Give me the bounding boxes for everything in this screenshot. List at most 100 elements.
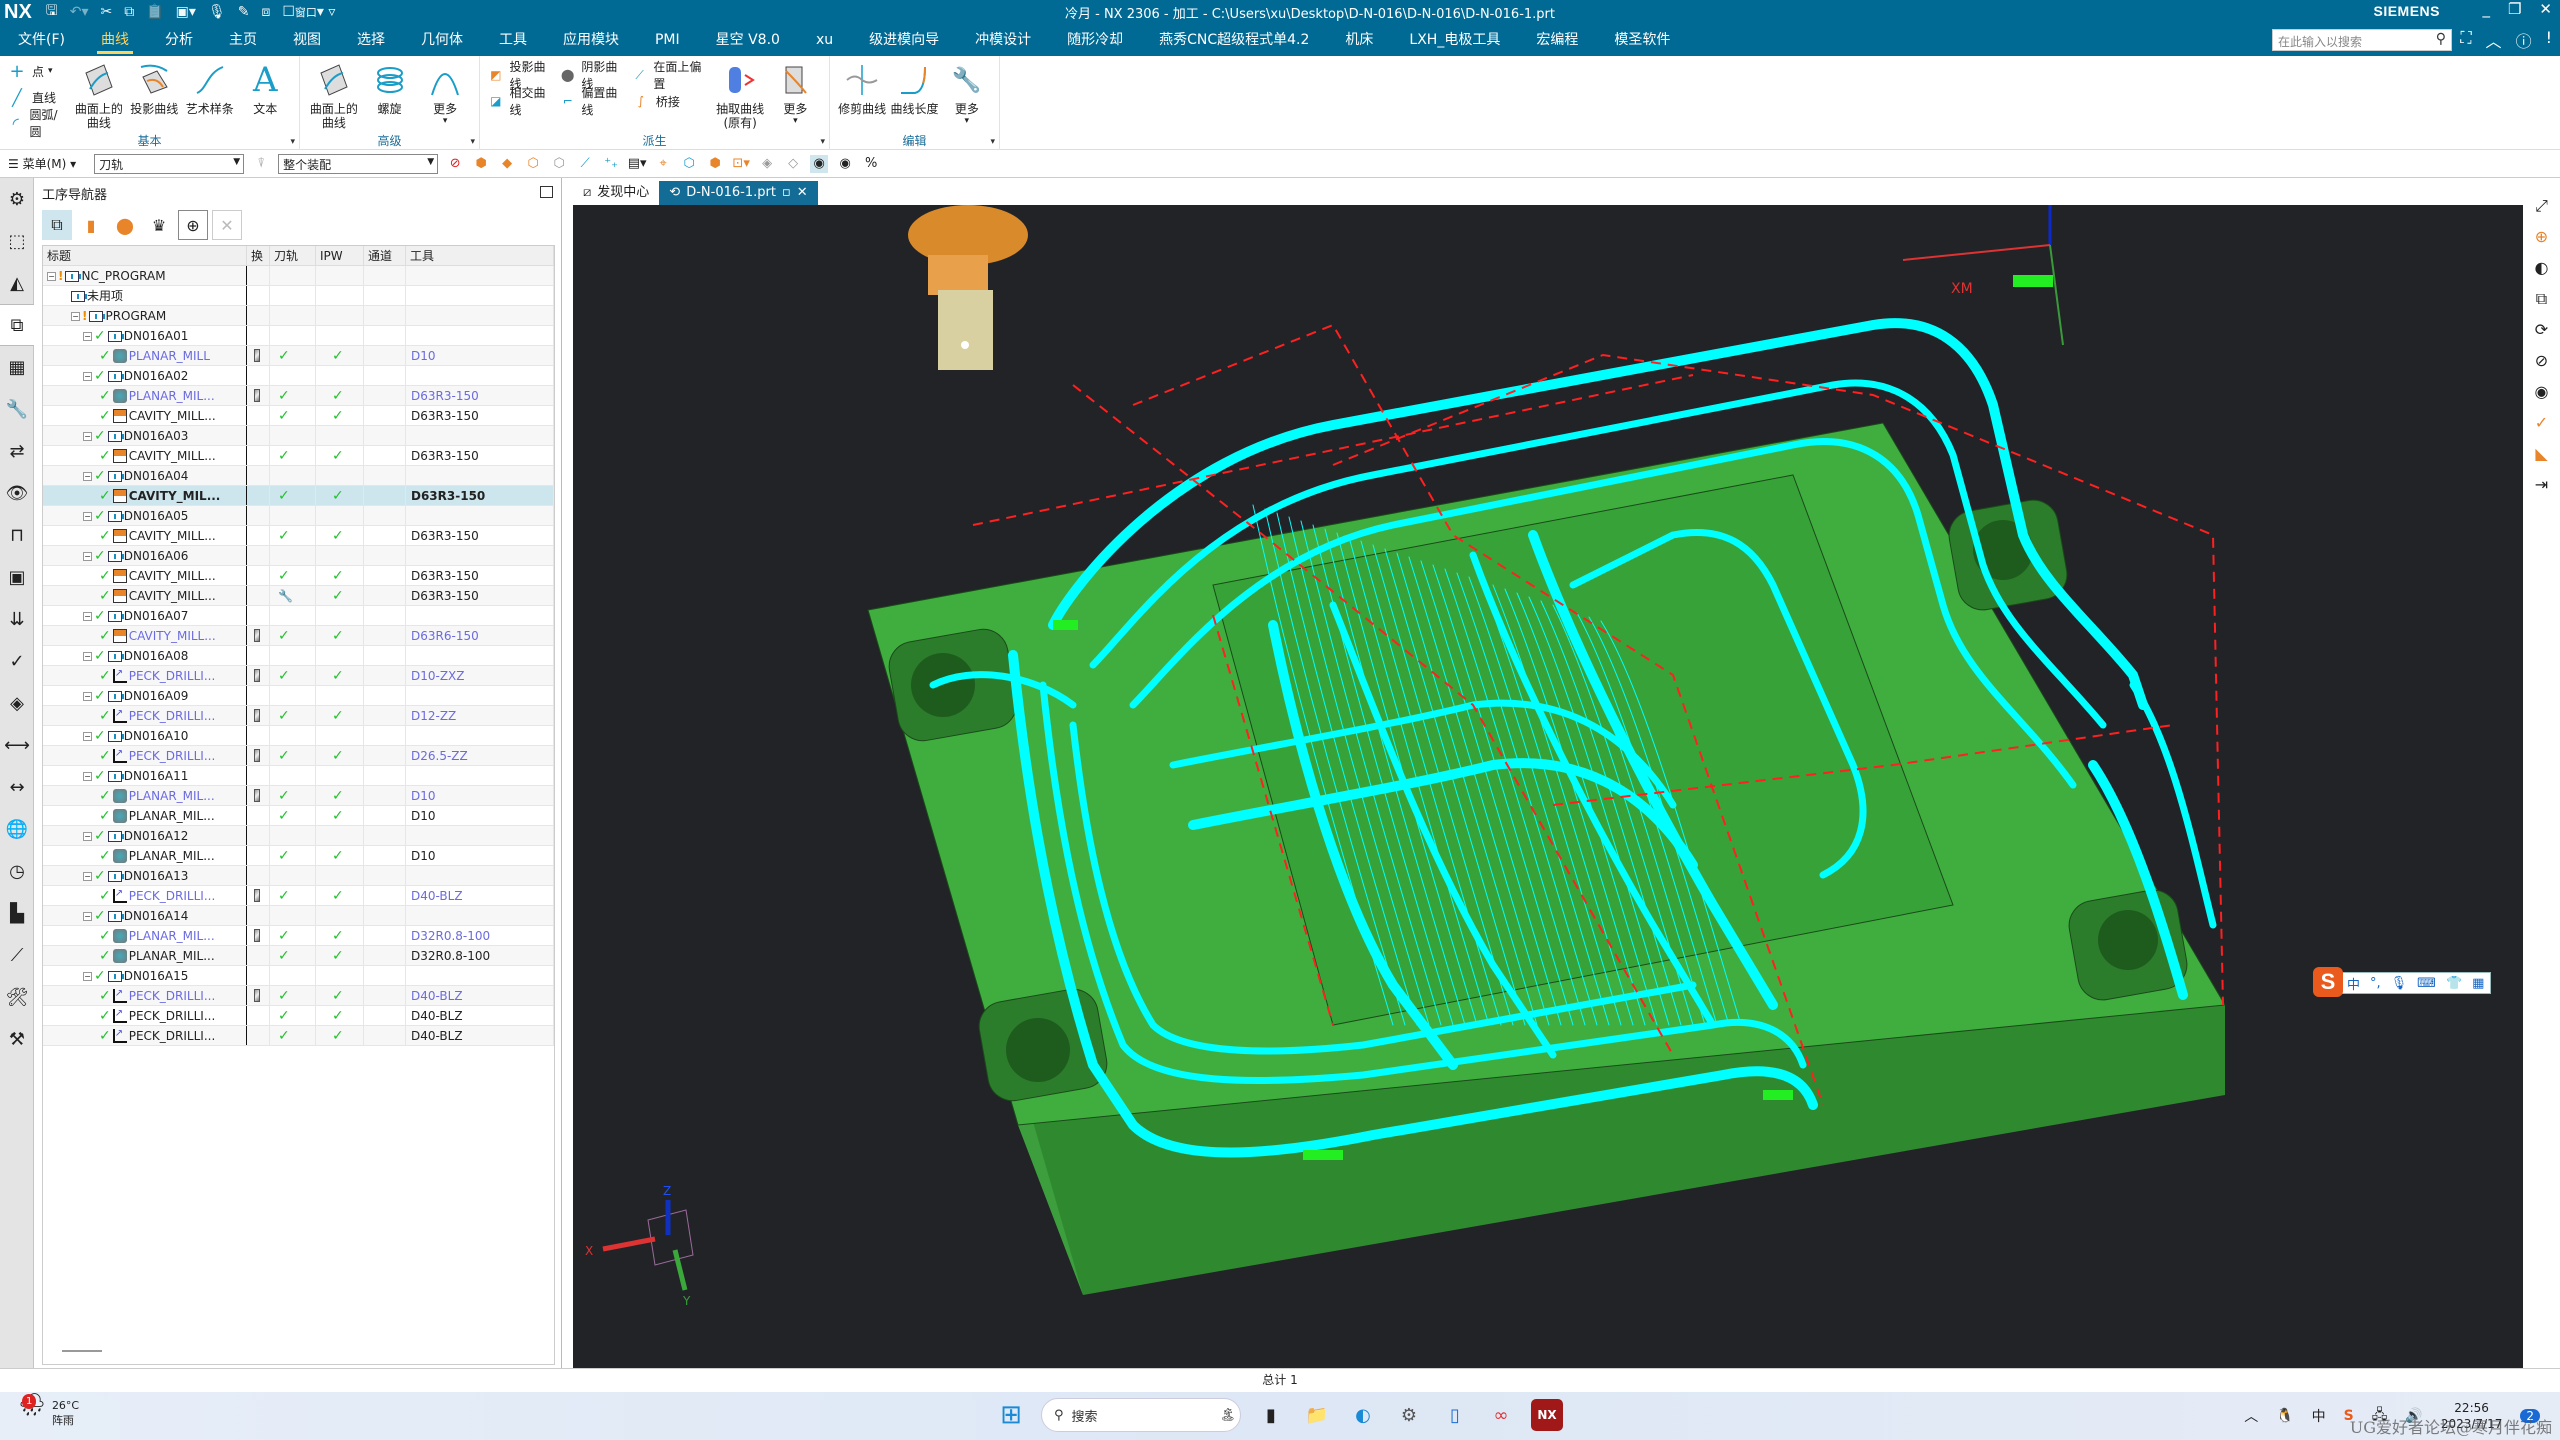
row-name-cell[interactable]: − ✓ DN016A13	[43, 866, 247, 885]
table-row[interactable]: ✓ PLANAR_MIL... ✓ ✓ D10	[43, 786, 554, 806]
ribbon-tab-7[interactable]: 工具	[481, 24, 545, 56]
row-name-cell[interactable]: ✓ CAVITY_MILL...	[43, 566, 247, 585]
ime-keyboard-icon[interactable]: ⌨	[2417, 976, 2436, 991]
ribbon-tab-15[interactable]: 燕秀CNC超级程式单4.2	[1141, 24, 1327, 56]
hide-icon[interactable]: ⊘	[2523, 345, 2560, 376]
create-geometry-icon[interactable]: ◐	[2523, 252, 2560, 283]
part-navigator-icon[interactable]: ⬚	[0, 220, 34, 262]
tile-windows-icon[interactable]: ⧈	[261, 4, 270, 20]
collapse-toggle[interactable]: −	[83, 511, 92, 521]
verify-icon[interactable]: ✓	[0, 640, 34, 682]
settings-icon[interactable]: ⚙	[0, 178, 34, 220]
geometry-view-icon[interactable]: ⬤	[110, 210, 140, 240]
ribbon-tab-9[interactable]: PMI	[637, 24, 698, 56]
scope-filter-select[interactable]: 整个装配 ▼	[278, 153, 439, 174]
help-icon[interactable]: ⓘ	[2516, 28, 2532, 52]
row-name-cell[interactable]: ✓ ↗ PECK_DRILLI...	[43, 1026, 247, 1045]
col-change[interactable]: 换	[247, 246, 270, 265]
table-row[interactable]: ✓ ↗ PECK_DRILLI... ✓ ✓ D40-BLZ	[43, 986, 554, 1006]
row-name-cell[interactable]: −! NC_PROGRAM	[43, 266, 247, 285]
machine-tool-navigator-icon[interactable]: ▦	[0, 346, 34, 388]
table-row[interactable]: ✓ CAVITY_MILL... 🔧 ✓ D63R3-150	[43, 586, 554, 606]
ribbon-tab-14[interactable]: 随形冷却	[1049, 24, 1141, 56]
row-name-cell[interactable]: ✓ CAVITY_MILL...	[43, 446, 247, 465]
collapse-toggle[interactable]: −	[83, 471, 92, 481]
tab-part-file[interactable]: ⟲ D-N-016-1.prt ▫ ✕	[659, 181, 818, 205]
row-name-cell[interactable]: ✓ PLANAR_MIL...	[43, 806, 247, 825]
table-row[interactable]: ✓ PLANAR_MIL... ✓ ✓ D63R3-150	[43, 386, 554, 406]
roles-icon[interactable]: ⟋	[0, 934, 34, 976]
paste-icon[interactable]: 📋	[146, 4, 163, 20]
row-name-cell[interactable]: − ✓ DN016A10	[43, 726, 247, 745]
collapse-toggle[interactable]: −	[71, 311, 80, 321]
table-row[interactable]: − ✓ DN016A05	[43, 506, 554, 526]
start-button[interactable]: ⊞	[995, 1399, 1027, 1431]
collapse-toggle[interactable]: −	[83, 731, 92, 741]
row-name-cell[interactable]: − ✓ DN016A09	[43, 686, 247, 705]
collapse-toggle[interactable]: −	[83, 611, 92, 621]
window-layout-icon[interactable]: ▣▾	[176, 4, 196, 20]
ime-microphone-icon[interactable]: 🎙	[2391, 976, 2408, 991]
row-name-cell[interactable]: − ✓ DN016A01	[43, 326, 247, 345]
row-name-cell[interactable]: − ✓ DN016A15	[43, 966, 247, 985]
stock-icon[interactable]: ▣	[0, 556, 34, 598]
ribbon-tab-3[interactable]: 主页	[211, 24, 275, 56]
ribbon-tab-6[interactable]: 几何体	[403, 24, 481, 56]
row-name-cell[interactable]: ✓ CAVITY_MIL...	[43, 486, 247, 505]
group-more-icon[interactable]: ▾	[990, 137, 995, 147]
table-row[interactable]: ✓ PLANAR_MIL... ✓ ✓ D32R0.8-100	[43, 946, 554, 966]
row-name-cell[interactable]: ✓ CAVITY_MILL...	[43, 406, 247, 425]
regenerate-icon[interactable]: ⟳	[2523, 314, 2560, 345]
app-icon[interactable]: ∞	[1485, 1399, 1517, 1431]
row-name-cell[interactable]: ✓ CAVITY_MILL...	[43, 526, 247, 545]
alert-icon[interactable]: !	[2546, 28, 2552, 52]
table-row[interactable]: −! NC_PROGRAM	[43, 266, 554, 286]
ribbon-tab-16[interactable]: 机床	[1327, 24, 1391, 56]
snap-plane-icon[interactable]: ⊡▾	[732, 155, 750, 173]
fullscreen-icon[interactable]: ⛶	[2460, 28, 2471, 52]
table-row[interactable]: ✓ ↗ PECK_DRILLI... ✓ ✓ D40-BLZ	[43, 1026, 554, 1046]
group-more-icon[interactable]: ▾	[470, 137, 475, 147]
measure-icon[interactable]: ⟷	[0, 724, 34, 766]
fixture-icon[interactable]: ⊓	[0, 514, 34, 556]
view-clip-icon[interactable]: ◇	[784, 155, 802, 173]
row-name-cell[interactable]: ✓ ↗ PECK_DRILLI...	[43, 746, 247, 765]
file-explorer-icon[interactable]: 📁	[1301, 1399, 1333, 1431]
ribbon-tab-1[interactable]: 曲线	[83, 24, 147, 56]
row-name-cell[interactable]: ✓ CAVITY_MILL...	[43, 626, 247, 645]
ribbon-tab-8[interactable]: 应用模块	[545, 24, 637, 56]
table-row[interactable]: − ✓ DN016A09	[43, 686, 554, 706]
layer-icon[interactable]: ⇊	[0, 598, 34, 640]
ribbon-tab-17[interactable]: LXH_电极工具	[1391, 24, 1518, 56]
table-row[interactable]: − ✓ DN016A01	[43, 326, 554, 346]
table-row[interactable]: 未用项	[43, 286, 554, 306]
graphics-window[interactable]: XM X Z Y	[573, 205, 2523, 1368]
window-menu[interactable]: ☐窗口▾ ▿	[282, 4, 335, 20]
copy-icon[interactable]: ⧉	[124, 4, 134, 20]
table-row[interactable]: − ✓ DN016A13	[43, 866, 554, 886]
ime-punctuation[interactable]: °,	[2370, 976, 2381, 991]
verify-icon[interactable]: ✓	[2523, 407, 2560, 438]
filter-reset-icon[interactable]: ⍒	[252, 155, 270, 173]
visibility-icon[interactable]: 👁	[0, 472, 34, 514]
row-name-cell[interactable]: − ✓ DN016A08	[43, 646, 247, 665]
weather-widget[interactable]: 🌧1 26°C 阵雨	[18, 1394, 79, 1428]
intersection-curve-button[interactable]: ◪ 相交曲线	[486, 86, 552, 117]
table-row[interactable]: − ✓ DN016A06	[43, 546, 554, 566]
col-toolpath[interactable]: 刀轨	[270, 246, 316, 265]
machine-icon[interactable]: ⚒	[0, 1018, 34, 1060]
group-more-icon[interactable]: ▾	[820, 137, 825, 147]
table-row[interactable]: − ✓ DN016A03	[43, 426, 554, 446]
table-row[interactable]: − ✓ DN016A02	[43, 366, 554, 386]
show-toolpath-icon[interactable]: ◉	[836, 155, 854, 173]
deselect-all-icon[interactable]: ⊘	[446, 155, 464, 173]
horizontal-scrollbar[interactable]	[62, 1350, 102, 1352]
collapse-ribbon-icon[interactable]: ︿	[2486, 28, 2502, 52]
main-menu-button[interactable]: ☰ 菜单(M) ▾	[8, 155, 76, 172]
offset-in-face-button[interactable]: ⟋ 在面上偏置	[630, 60, 707, 91]
table-row[interactable]: ✓ CAVITY_MILL... ✓ ✓ D63R3-150	[43, 446, 554, 466]
row-name-cell[interactable]: ✓ ↗ PECK_DRILLI...	[43, 1006, 247, 1025]
nx-taskbar-icon[interactable]: NX	[1531, 1399, 1563, 1431]
table-row[interactable]: − ✓ DN016A11	[43, 766, 554, 786]
table-row[interactable]: − ✓ DN016A10	[43, 726, 554, 746]
